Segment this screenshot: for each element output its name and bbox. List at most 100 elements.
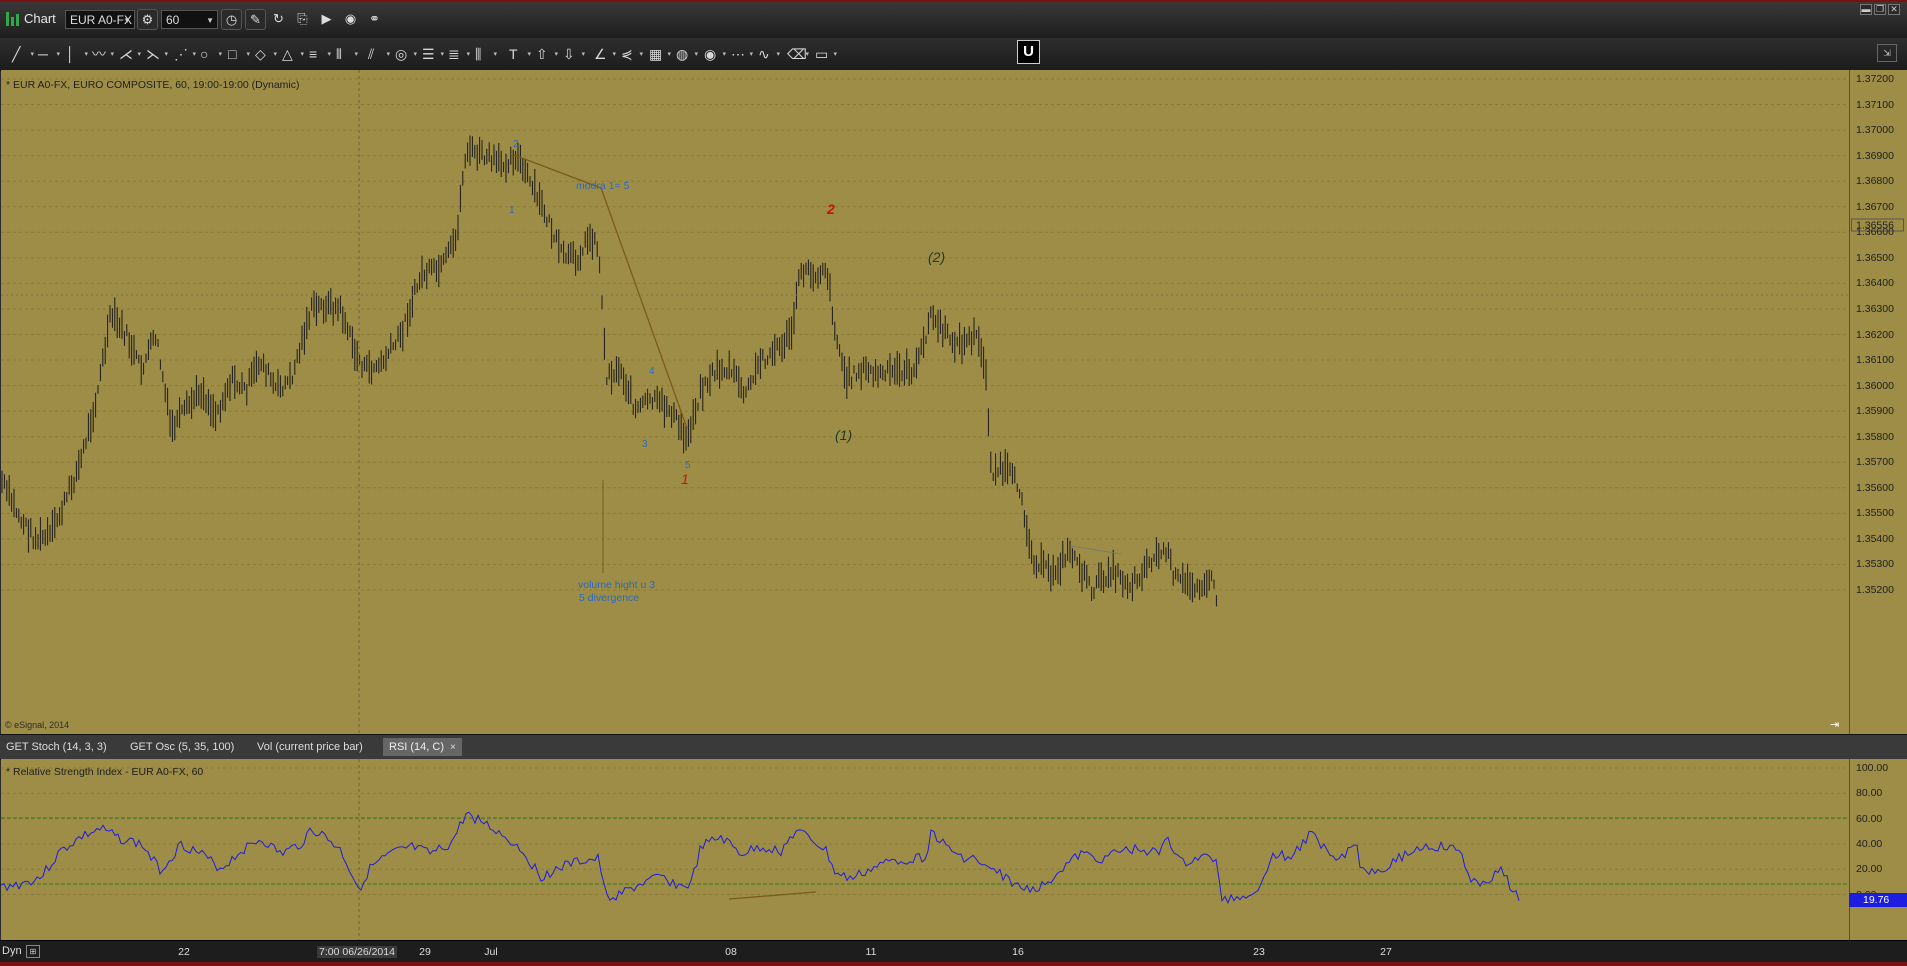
window-border-bottom <box>0 962 1907 966</box>
play-icon[interactable]: ▶ <box>316 9 337 30</box>
rsi-divergence-line[interactable] <box>728 891 817 900</box>
bar-pattern-icon[interactable]: ⫴ ▾ <box>332 44 360 66</box>
regression-icon[interactable]: ∿ ▾ <box>754 44 782 66</box>
interval-value: 60 <box>166 13 180 27</box>
vertical-lines-icon[interactable]: ⫼ ▾ <box>471 44 499 66</box>
pti-icon[interactable]: ⋯ ▾ <box>727 44 755 66</box>
price-tick-label: 1.37200 <box>1856 73 1894 85</box>
chevron-down-icon: ▾ <box>722 51 726 58</box>
wave-tool-icon[interactable]: 〰 ▾ <box>88 44 116 66</box>
diamond-icon[interactable]: ◇ ▾ <box>251 44 279 66</box>
chevron-down-icon: ▾ <box>386 51 390 58</box>
time-tick-label: Jul <box>484 946 498 958</box>
minimize-icon[interactable]: ▬ <box>1860 4 1872 15</box>
rsi-axis[interactable]: 100.0080.0060.0040.0020.000.00 <box>1849 759 1907 940</box>
price-tick-label: 1.35900 <box>1856 405 1894 418</box>
draw-pencil-icon[interactable]: ✎ <box>245 9 266 30</box>
chevron-down-icon: ▾ <box>667 51 671 58</box>
chevron-down-icon: ▾ <box>833 51 837 58</box>
rectangle-icon[interactable]: □ ▾ <box>224 44 252 66</box>
price-tick-label: 1.36200 <box>1856 328 1894 341</box>
time-tick-label: 23 <box>1253 946 1265 958</box>
pitchfork-icon[interactable]: ⋌ ▾ <box>115 44 143 66</box>
rsi-header: * Relative Strength Index - EUR A0-FX, 6… <box>6 766 204 778</box>
chevron-down-icon: ▾ <box>413 51 417 58</box>
tab-get-osc[interactable]: GET Osc (5, 35, 100) <box>124 738 240 756</box>
time-tick-label: 08 <box>725 946 737 958</box>
chevron-down-icon: ▾ <box>639 51 643 58</box>
refresh-icon[interactable]: ↻ <box>268 9 289 30</box>
price-tick-label: 1.35200 <box>1856 584 1894 596</box>
close-icon[interactable]: ✕ <box>1888 4 1900 15</box>
price-tick-label: 1.37100 <box>1856 98 1894 111</box>
restore-icon[interactable]: ❐ <box>1874 4 1886 15</box>
chevron-down-icon: ▾ <box>612 51 616 58</box>
chevron-down-icon: ▾ <box>56 51 60 58</box>
dyn-toggle-icon[interactable]: ⊞ <box>26 945 40 958</box>
interval-combo[interactable]: 60 ▼ <box>161 10 218 29</box>
fan-icon[interactable]: ⋋ ▾ <box>142 44 170 66</box>
cycle-icon[interactable]: ◍ ▾ <box>672 44 700 66</box>
scroll-right-icon[interactable]: ⇥ <box>1830 718 1839 731</box>
channel-icon[interactable]: ≡ ▾ <box>305 44 333 66</box>
arrow-down-icon[interactable]: ⇩ ▾ <box>559 44 587 66</box>
chevron-down-icon: ▾ <box>554 51 558 58</box>
text-tool-icon[interactable]: T ▾ <box>505 44 533 66</box>
tab-label: Vol (current price bar) <box>257 741 363 753</box>
price-chart-panel[interactable]: 2 1 modra 1= 5 4 3 5 1 2 (1) (2) volume … <box>1 70 1849 734</box>
line-tool-icon[interactable]: ╱ ▾ <box>8 44 36 66</box>
price-tick-label: 1.35800 <box>1856 430 1894 443</box>
interval-settings-icon[interactable]: ⚙ <box>137 9 158 30</box>
copyright-text: © eSignal, 2014 <box>5 720 70 730</box>
chart-options-icon[interactable]: ⇲ <box>1877 44 1897 62</box>
ellipse-icon[interactable]: ○ ▾ <box>196 44 224 66</box>
magnet-icon[interactable]: U <box>1017 40 1040 64</box>
wave-label-3-small: 3 <box>642 439 648 450</box>
angle-icon[interactable]: ∠ ▾ <box>590 44 618 66</box>
wave-label-paren-1: (1) <box>835 427 852 443</box>
link-chain-icon[interactable]: ⚭ <box>364 9 385 30</box>
eye-icon[interactable]: ◉ ▾ <box>700 44 728 66</box>
horizontal-lines-icon[interactable]: ☰ ▾ <box>418 44 446 66</box>
red-wave-label-2: 2 <box>826 201 835 217</box>
wave-label-1-small: 1 <box>509 205 515 216</box>
rsi-tick-label: 20.00 <box>1856 863 1883 876</box>
parallel-lines-icon[interactable]: ⫽ ▾ <box>364 44 392 66</box>
wave-trendline-2[interactable] <box>600 187 688 429</box>
drawing-toolbar: ╱ ▾ ─ ▾ │ ▾ 〰 ▾ ⋌ ▾ ⋋ ▾ ⋰ ▾ ○ ▾ □ ▾ ◇ ▾ △ ▾ ≡ ▾ ⫴ ▾ ⫽ ▾ ◎ ▾ ☰ ▾ ≣ ▾ ⫼ ▾ T ▾ ⇧ ▾… <box>0 38 1907 71</box>
window-border <box>0 0 1907 2</box>
time-tick-label: 16 <box>1012 946 1024 958</box>
horizontal-line-icon[interactable]: ─ ▾ <box>34 44 62 66</box>
comment-icon[interactable]: ▭ ▾ <box>811 44 839 66</box>
clock-icon[interactable]: ◷ <box>221 9 242 30</box>
vertical-line-icon[interactable]: │ ▾ <box>62 44 90 66</box>
tab-get-stoch[interactable]: GET Stoch (14, 3, 3) <box>0 738 113 756</box>
symbol-link-icon[interactable]: ⎘ <box>292 9 313 30</box>
fib-levels-icon[interactable]: ≣ ▾ <box>444 44 472 66</box>
close-tab-icon[interactable]: × <box>450 742 456 753</box>
grid-icon[interactable]: ▦ ▾ <box>645 44 673 66</box>
arrow-fan-icon[interactable]: ⋞ ▾ <box>617 44 645 66</box>
time-tick-label: 22 <box>178 946 190 958</box>
dyn-label: Dyn <box>2 945 22 957</box>
circles-icon[interactable]: ◎ ▾ <box>391 44 419 66</box>
chevron-down-icon: ▼ <box>123 16 131 25</box>
tab-vol[interactable]: Vol (current price bar) <box>251 738 369 756</box>
indicator-tabs: GET Stoch (14, 3, 3) GET Osc (5, 35, 100… <box>0 734 1907 760</box>
triangle-icon[interactable]: △ ▾ <box>278 44 306 66</box>
time-tick-label: 27 <box>1380 946 1392 958</box>
chevron-down-icon: ▾ <box>527 51 531 58</box>
rsi-panel[interactable] <box>1 759 1849 940</box>
rsi-tick-label: 80.00 <box>1856 787 1883 800</box>
tab-rsi[interactable]: RSI (14, C) × <box>383 738 462 756</box>
price-tick-label: 1.36600 <box>1856 226 1894 239</box>
price-tick-label: 1.36900 <box>1856 149 1894 162</box>
time-axis[interactable]: Dyn ⊞ 22 7:00 06/26/2014 29 Jul 08 11 16 23 27 <box>0 940 1907 963</box>
symbol-combo[interactable]: EUR A0-FX ▼ <box>65 10 135 29</box>
price-axis[interactable]: 1.36556 1.37200 1.37100 1.37000 1.36900 1.36… <box>1849 70 1907 734</box>
alert-icon[interactable]: ◉ <box>340 9 361 30</box>
price-tick-label: 1.36100 <box>1856 354 1894 367</box>
eraser-icon[interactable]: ⌫ ▾ <box>783 44 811 66</box>
gann-fan-icon[interactable]: ⋰ ▾ <box>170 44 198 66</box>
arrow-up-icon[interactable]: ⇧ ▾ <box>532 44 560 66</box>
